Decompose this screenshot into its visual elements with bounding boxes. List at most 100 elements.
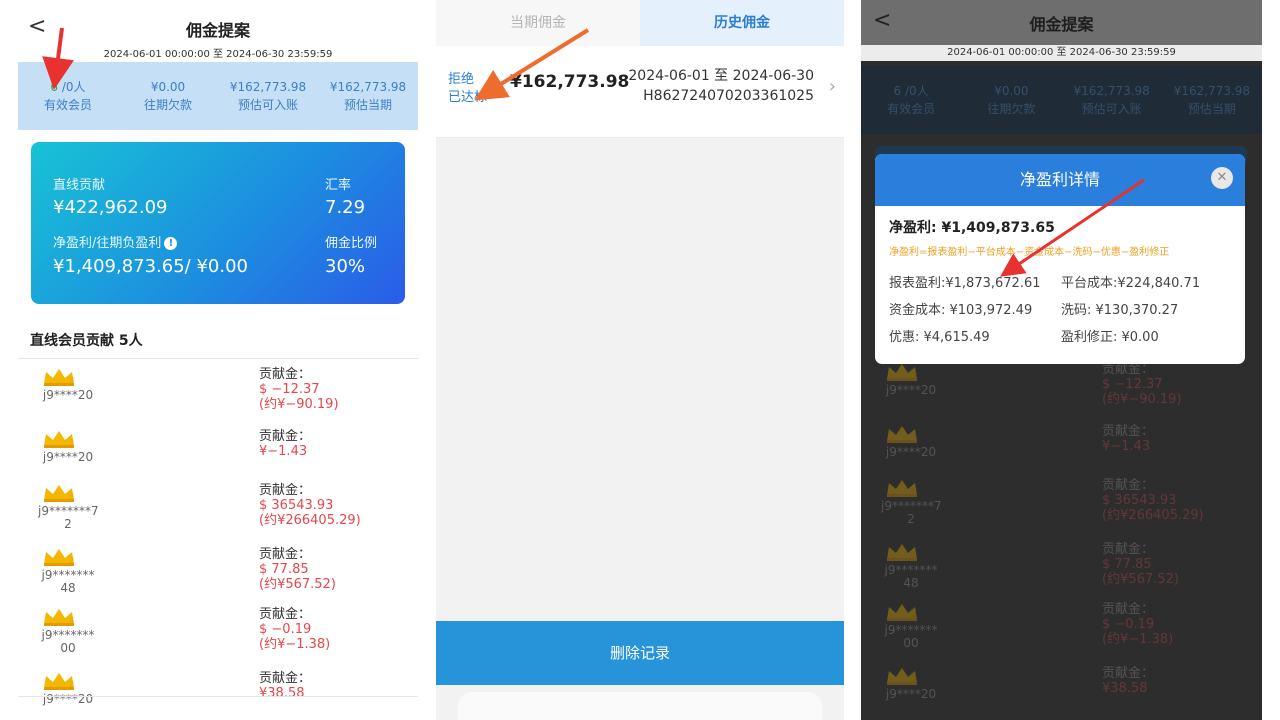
member-contribution: 贡献金： ¥38.58 [1102,666,1154,696]
contribution-key: 贡献金： [1102,602,1155,617]
username-line: j9****20 [885,445,937,459]
contribution-usd: $ −12.37 [259,382,320,397]
back-arrow-icon[interactable]: < [28,14,46,39]
member-username: j9****20 [881,384,941,397]
stat-estimated-current[interactable]: ¥162,773.98 预估当期 [318,78,418,114]
username-line: 2 [907,512,915,526]
stat-estimated-receivable: ¥162,773.98 预估可入账 [1062,82,1162,118]
contribution-usd: $ 36543.93 [1102,493,1177,508]
contribution-key: 贡献金： [259,547,312,562]
stat-label: 有效会员 [43,98,92,112]
contribution-usd: $ −0.19 [259,622,312,637]
status-rejected: 拒绝 [448,72,475,87]
stat-valid-members[interactable]: 6 /0人 有效会员 [18,78,118,114]
contribution-usd: $ −0.19 [1102,617,1155,632]
tab-bar: 当期佣金 历史佣金 [436,0,844,46]
vip-level: 6 [69,492,75,501]
delete-record-button[interactable]: 删除记录 [436,621,844,685]
stat-label: 往期欠款 [987,102,1036,116]
crown-icon: 2 [42,547,78,567]
contribution-usd: ¥−1.43 [1102,439,1151,454]
crown-icon: 4 [885,602,921,622]
stat-value: ¥0.00 [150,80,186,94]
page-title: 佣金提案 [185,21,250,40]
vip-level: 3 [69,438,75,447]
close-icon[interactable]: ✕ [1211,167,1233,189]
stat-estimated-receivable[interactable]: ¥162,773.98 预估可入账 [218,78,318,114]
username-line: j9****20 [42,388,94,402]
section-title: 直线会员贡献 5人 [30,333,143,349]
page-title: 佣金提案 [1029,15,1094,34]
contribution-usd: $ 36543.93 [259,498,334,513]
stat-past-debt[interactable]: ¥0.00 往期欠款 [118,78,218,114]
stat-value: ¥162,773.98 [1173,84,1251,98]
vip-level: 2 [912,551,918,560]
capital-cost: 资金成本: ¥103,972.49 [889,303,1033,318]
vip-level: 6 [912,487,918,496]
exchange-rate-value: 7.29 [325,197,366,218]
contribution-usd: ¥38.58 [1102,681,1148,696]
crown-icon: 6 [42,483,78,503]
username-line: 00 [903,636,919,650]
divider [18,696,418,697]
crown-icon: 3 [885,362,921,382]
crown-icon: 4 [42,607,78,627]
member-username: j9******* 48 [38,569,98,595]
screenshot-collage: < 佣金提案 2024-06-01 00:00:00 至 2024-06-30 … [0,0,1280,720]
username-line: j9****20 [885,687,937,701]
stat-past-debt: ¥0.00 往期欠款 [961,82,1061,118]
member-username: j9******* 48 [881,564,941,590]
crown-icon: 3 [42,367,78,387]
contribution-cny: (约¥266405.29) [259,513,361,528]
member-username: j9******* 00 [881,624,941,650]
username-line: 48 [903,576,919,590]
record-date-range: 2024-06-01 至 2024-06-30 [628,68,814,84]
dialog-title: 净盈利详情 [1019,170,1100,189]
member-contribution: 贡献金： $ −12.37 (约¥−90.19) [1102,362,1182,407]
username-line: j9****20 [885,383,937,397]
member-username: j9****20 [881,446,941,459]
contribution-cny: (约¥−90.19) [1102,392,1182,407]
member-contribution: 贡献金： ¥−1.43 [259,429,311,459]
member-username: j9*******7 2 [38,505,99,531]
vip-level: 3 [69,376,75,385]
username-line: 00 [60,641,76,655]
contribution-key: 贡献金： [259,429,312,444]
stat-value: ¥162,773.98 [1073,84,1150,98]
contribution-cny: (约¥−1.38) [259,637,331,652]
username-line: j9****20 [42,450,94,464]
member-username: j9****20 [38,693,98,706]
stat-value: 6 /0人 [893,84,929,98]
contribution-cny: (约¥567.52) [1102,572,1179,587]
divider [18,358,418,359]
username-line: 2 [64,517,72,531]
crown-icon: 2 [42,671,78,691]
contribution-key: 贡献金： [1102,362,1155,377]
back-arrow-icon[interactable]: < [873,8,891,33]
username-line: 48 [60,581,76,595]
history-record-row[interactable]: 拒绝 已达标 ¥162,773.98 2024-06-01 至 2024-06-… [436,46,844,138]
username-line: j9****20 [42,692,94,706]
stat-estimated-current: ¥162,773.98 预估当期 [1162,82,1262,118]
contribution-key: 贡献金： [1102,542,1155,557]
member-contribution: 贡献金： $ 77.85 (约¥567.52) [1102,542,1179,587]
stat-value: ¥0.00 [994,84,1029,98]
member-contribution: 贡献金： $ −0.19 (约¥−1.38) [259,607,330,652]
contribution-usd: ¥−1.43 [259,444,308,459]
tab-current-commission[interactable]: 当期佣金 [436,0,640,46]
contribution-key: 贡献金： [259,483,312,498]
tab-history-commission[interactable]: 历史佣金 [640,0,844,46]
period-range: 2024-06-01 00:00:00 至 2024-06-30 23:59:5… [103,49,333,60]
contribution-key: 贡献金： [259,671,312,686]
vip-level: 3 [912,371,918,380]
member-contribution: 贡献金： $ −0.19 (约¥−1.38) [1102,602,1173,647]
contribution-usd: ¥38.58 [259,686,305,701]
header: < 佣金提案 2024-06-01 00:00:00 至 2024-06-30 … [18,0,418,62]
member-username: j9******* 00 [38,629,98,655]
report-profit: 报表盈利:¥1,873,672.61 [889,276,1041,291]
info-icon[interactable]: ! [164,237,178,250]
commission-ratio-label: 佣金比例 [325,236,378,251]
member-username: j9****20 [38,389,98,402]
net-profit-formula: 净盈利=报表盈利−平台成本−资金成本−洗码−优惠−盈利修正 [889,247,1170,258]
direct-contribution-value: ¥422,962.09 [53,197,168,218]
